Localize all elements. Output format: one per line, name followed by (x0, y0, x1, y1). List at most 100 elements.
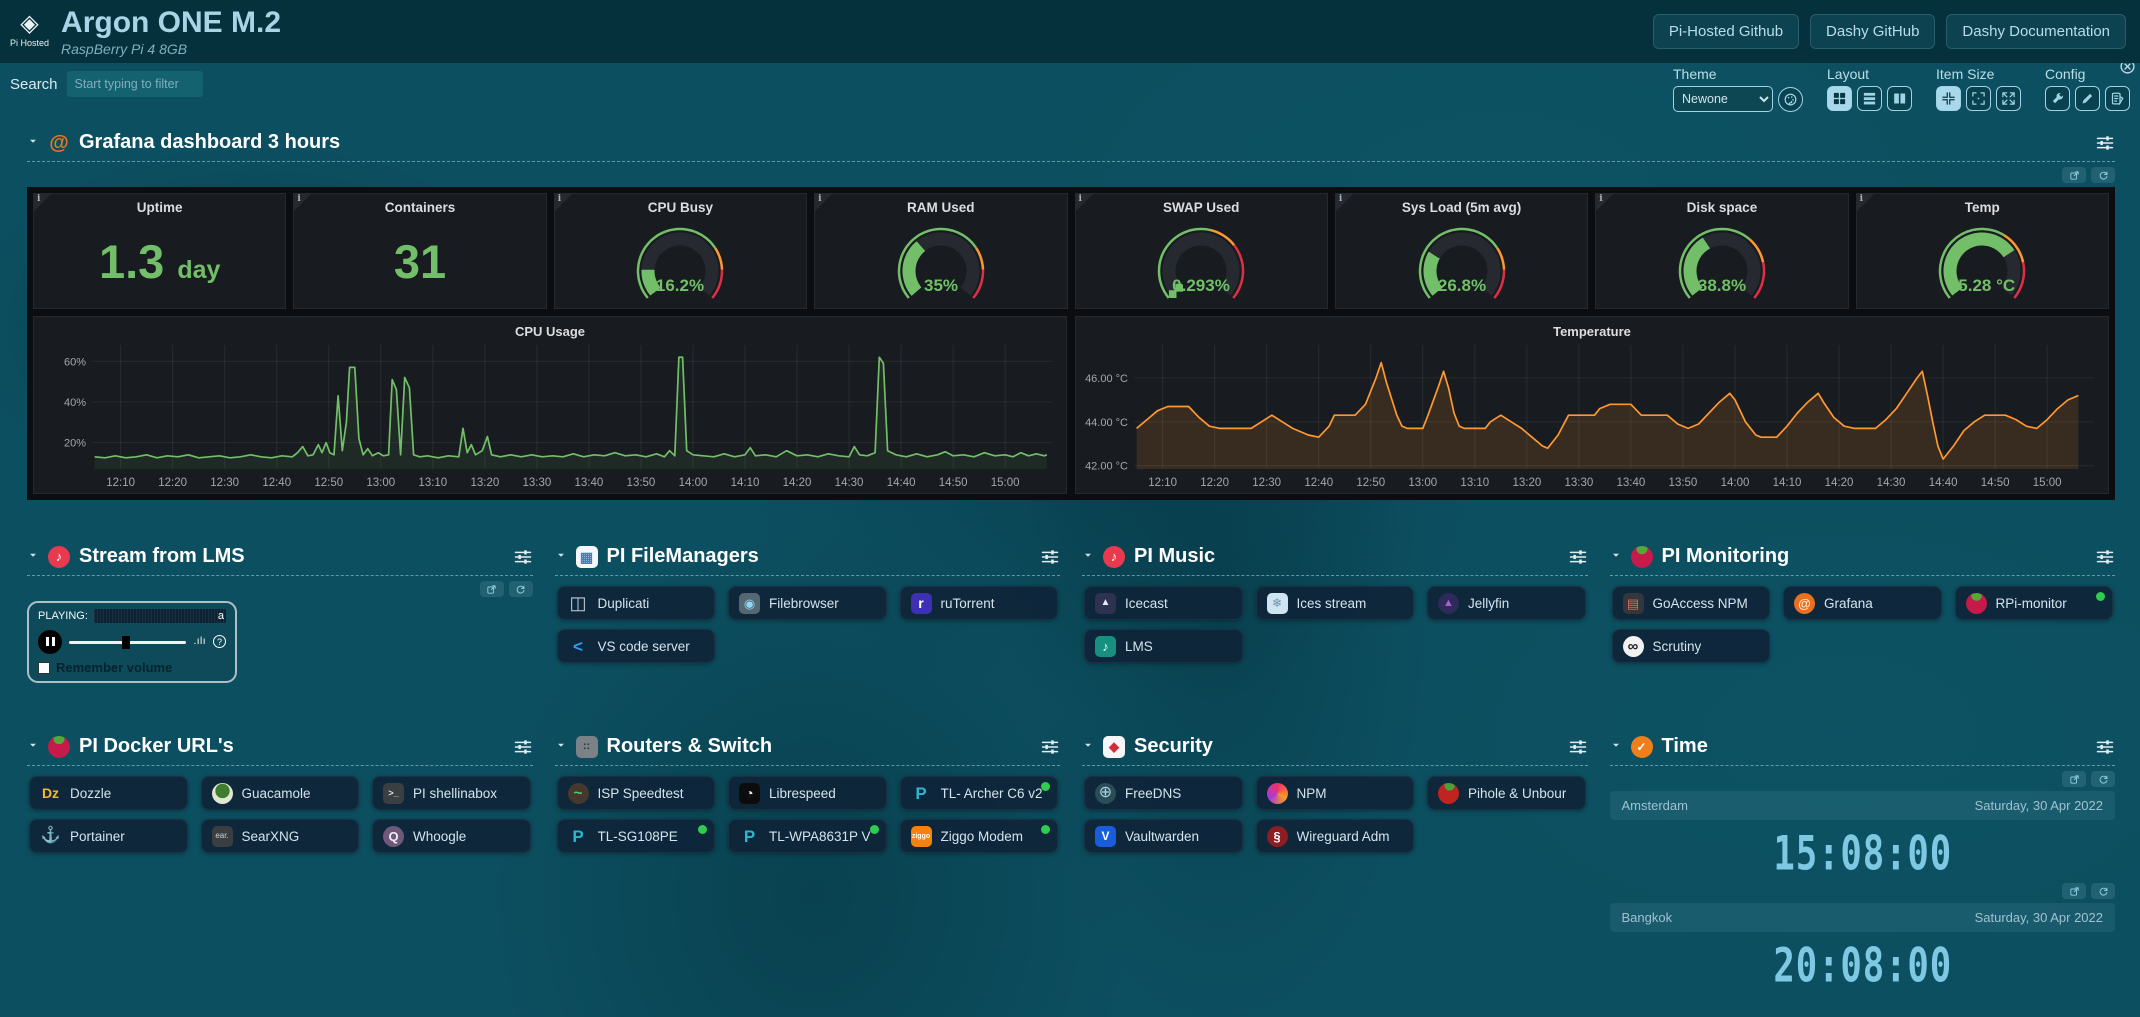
item-size-large-icon[interactable] (1996, 86, 2021, 111)
item-whoogle[interactable]: QWhoogle (372, 819, 531, 853)
open-widget-icon[interactable] (480, 581, 504, 597)
layout-rows-icon[interactable] (1857, 86, 1882, 111)
refresh-widget-icon[interactable] (2091, 883, 2115, 899)
chevron-down-icon[interactable] (1082, 548, 1094, 566)
palette-icon[interactable] (1778, 87, 1803, 112)
chevron-down-icon[interactable] (27, 738, 39, 756)
section-settings-icon[interactable] (2095, 737, 2115, 757)
info-icon: i (1860, 194, 1863, 204)
refresh-widget-icon[interactable] (2091, 167, 2115, 183)
item-wireguard-adm[interactable]: §Wireguard Adm (1256, 819, 1415, 853)
temperature-chart: Temperature 12:1012:2012:3012:4012:5013:… (1075, 316, 2109, 494)
item-rpi-monitor[interactable]: RPi-monitor (1955, 586, 2114, 620)
item-filebrowser[interactable]: ◉Filebrowser (728, 586, 887, 620)
config-edit-icon[interactable] (2075, 86, 2100, 111)
item-scrutiny[interactable]: ∞Scrutiny (1612, 629, 1771, 663)
chevron-down-icon[interactable] (27, 548, 39, 566)
playing-label: PLAYING: (38, 610, 88, 622)
open-widget-icon[interactable] (2062, 167, 2086, 183)
item-goaccess-npm[interactable]: ▤GoAccess NPM (1612, 586, 1771, 620)
info-icon: i (1599, 194, 1602, 204)
layout-grid-icon[interactable] (1827, 86, 1852, 111)
section-title-stream: Stream from LMS (79, 545, 245, 568)
item-vaultwarden[interactable]: VVaultwarden (1084, 819, 1243, 853)
clock-date: Saturday, 30 Apr 2022 (1975, 798, 2103, 813)
guacamole-icon (212, 783, 233, 804)
item-isp-speedtest[interactable]: ~ISP Speedtest (557, 776, 716, 810)
item-duplicati[interactable]: ◫Duplicati (557, 586, 716, 620)
svg-text:44.00 °C: 44.00 °C (1085, 417, 1128, 429)
pi-hosted-logo[interactable]: ◈ Pi Hosted (10, 12, 49, 48)
section-settings-icon[interactable] (513, 737, 533, 757)
stat-panel-disk-space: iDisk space38.8% (1595, 193, 1848, 309)
theme-select[interactable]: Newone (1673, 86, 1773, 112)
dashy-documentation-button[interactable]: Dashy Documentation (1946, 14, 2126, 49)
item-pihole-unbour[interactable]: Pihole & Unbour (1427, 776, 1586, 810)
router-icon: :: (576, 736, 598, 758)
item-tl-sg108pe[interactable]: PTL-SG108PE (557, 819, 716, 853)
chevron-down-icon[interactable] (1610, 738, 1622, 756)
search-input[interactable] (67, 71, 203, 97)
item-tl-archer-c6-v2[interactable]: PTL- Archer C6 v2 (900, 776, 1059, 810)
svg-text:26.8%: 26.8% (1437, 276, 1485, 295)
item-ziggo-modem[interactable]: ziggoZiggo Modem (900, 819, 1059, 853)
volume-slider[interactable] (69, 635, 186, 649)
item-librespeed[interactable]: ◔Librespeed (728, 776, 887, 810)
item-jellyfin[interactable]: ▲Jellyfin (1427, 586, 1586, 620)
stat-value: 16.2% (555, 214, 806, 308)
item-size-medium-icon[interactable] (1966, 86, 1991, 111)
item-dozzle[interactable]: DzDozzle (29, 776, 188, 810)
section-settings-icon[interactable] (513, 547, 533, 567)
item-size-small-icon[interactable] (1936, 86, 1961, 111)
refresh-widget-icon[interactable] (509, 581, 533, 597)
svg-text:12:30: 12:30 (1252, 477, 1281, 489)
item-searxng[interactable]: ear.SearXNG (201, 819, 360, 853)
chevron-down-icon[interactable] (555, 548, 567, 566)
svg-text:38.8%: 38.8% (1698, 276, 1746, 295)
item-icecast[interactable]: ▲Icecast (1084, 586, 1243, 620)
dashy-github-button[interactable]: Dashy GitHub (1810, 14, 1935, 49)
item-lms[interactable]: ♪LMS (1084, 629, 1243, 663)
section-settings-icon[interactable] (1568, 547, 1588, 567)
item-label: TL- Archer C6 v2 (941, 786, 1043, 801)
section-settings-icon[interactable] (1568, 737, 1588, 757)
goaccess-icon: ▤ (1623, 593, 1644, 614)
item-pi-shellinabox[interactable]: >_PI shellinabox (372, 776, 531, 810)
svg-text:12:40: 12:40 (262, 477, 291, 489)
scrutiny-icon: ∞ (1623, 636, 1644, 657)
chevron-down-icon[interactable] (1610, 548, 1622, 566)
config-wrench-icon[interactable] (2045, 86, 2070, 111)
section-settings-icon[interactable] (1040, 737, 1060, 757)
chevron-down-icon[interactable] (1082, 738, 1094, 756)
pi-hosted-github-button[interactable]: Pi-Hosted Github (1653, 14, 1799, 49)
stat-panel-swap-used: iSWAP Used0.293% (1075, 193, 1328, 309)
section-title-monitoring: PI Monitoring (1662, 545, 1790, 568)
section-settings-icon[interactable] (2095, 133, 2115, 153)
item-guacamole[interactable]: Guacamole (201, 776, 360, 810)
layout-columns-icon[interactable] (1887, 86, 1912, 111)
pause-button[interactable] (38, 630, 62, 654)
refresh-widget-icon[interactable] (2091, 771, 2115, 787)
chevron-down-icon[interactable] (555, 738, 567, 756)
search-label: Search (10, 76, 58, 93)
svg-text:13:20: 13:20 (1512, 477, 1541, 489)
section-settings-icon[interactable] (1040, 547, 1060, 567)
item-rutorrent[interactable]: rruTorrent (900, 586, 1059, 620)
item-ices-stream[interactable]: ❄Ices stream (1256, 586, 1415, 620)
item-grafana[interactable]: @Grafana (1783, 586, 1942, 620)
chevron-down-icon[interactable] (27, 134, 39, 152)
tplink-icon: P (739, 826, 760, 847)
track-marquee: a (94, 609, 226, 623)
item-tl-wpa8631p-v[interactable]: PTL-WPA8631P V (728, 819, 887, 853)
remember-volume-checkbox[interactable] (38, 662, 50, 674)
item-label: Jellyfin (1468, 596, 1509, 611)
section-settings-icon[interactable] (2095, 547, 2115, 567)
item-vs-code-server[interactable]: <VS code server (557, 629, 716, 663)
item-npm[interactable]: NPM (1256, 776, 1415, 810)
help-icon[interactable]: ? (213, 635, 226, 648)
open-widget-icon[interactable] (2062, 883, 2086, 899)
open-widget-icon[interactable] (2062, 771, 2086, 787)
item-portainer[interactable]: ⚓Portainer (29, 819, 188, 853)
item-freedns[interactable]: ⊕FreeDNS (1084, 776, 1243, 810)
config-swatch-icon[interactable] (2105, 86, 2130, 111)
